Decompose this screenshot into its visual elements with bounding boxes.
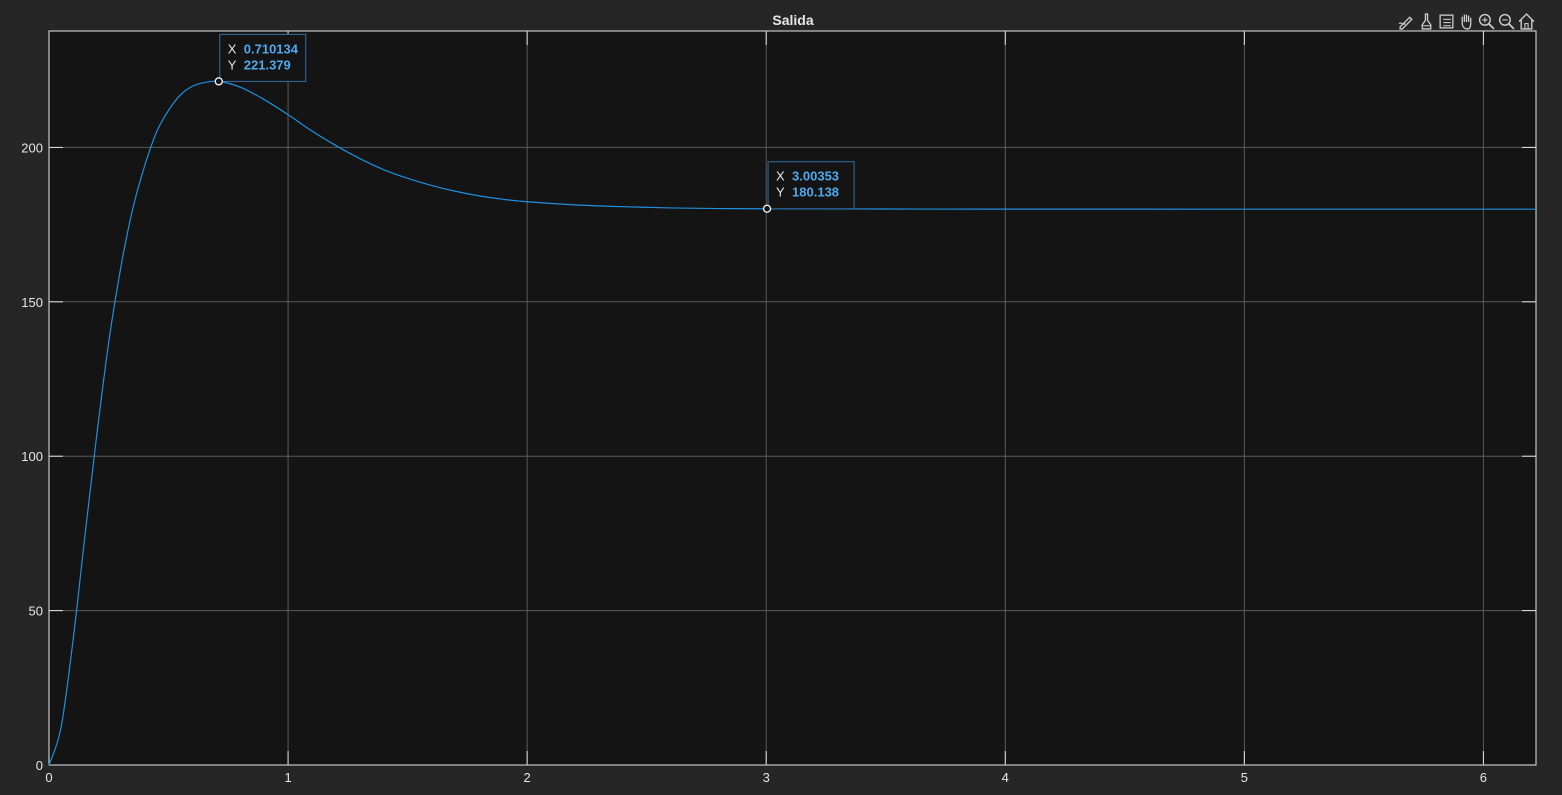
pan-icon: [1461, 13, 1471, 30]
datatip-x-label: X: [776, 169, 785, 184]
home-icon: [1518, 12, 1534, 30]
chart-title: Salida: [772, 12, 813, 28]
y-tick-label: 50: [29, 604, 43, 619]
x-tick-label: 0: [45, 770, 52, 785]
x-tick-label: 4: [1002, 770, 1009, 785]
datatip-x-label: X: [228, 41, 237, 56]
datatip-x-value: 0.710134: [244, 41, 299, 56]
zoom-out-icon: [1498, 13, 1515, 30]
y-tick-label: 150: [21, 295, 43, 310]
x-tick-label: 5: [1241, 770, 1248, 785]
legend-button[interactable]: [1436, 11, 1456, 31]
datatip-marker[interactable]: [762, 204, 772, 213]
y-tick-label: 200: [21, 140, 43, 155]
x-tick-label: 6: [1480, 770, 1487, 785]
axes-background: [48, 30, 1537, 766]
edit-figure-button[interactable]: [1396, 11, 1416, 31]
zoom-in-icon: [1478, 13, 1495, 30]
brush-icon: [1421, 12, 1431, 30]
edit-figure-icon: [1398, 15, 1413, 30]
plot-area[interactable]: 0 1 2 3 4 5 6 0 50 100 150 200 X 0.710134 Y 221.379 X 3.…: [0, 0, 1562, 795]
x-tick-label: 2: [524, 770, 531, 785]
datatip-x-value: 3.00353: [792, 169, 839, 184]
zoom-out-button[interactable]: [1496, 11, 1516, 31]
datatip-y-value: 180.138: [792, 185, 839, 200]
y-tick-label: 0: [36, 758, 43, 773]
brush-button[interactable]: [1416, 11, 1436, 31]
zoom-in-button[interactable]: [1476, 11, 1496, 31]
x-tick-label: 3: [763, 770, 770, 785]
datatip-y-label: Y: [228, 57, 237, 72]
home-button[interactable]: [1516, 11, 1536, 31]
y-tick-label: 100: [21, 449, 43, 464]
datatip[interactable]: X 0.710134 Y 221.379: [214, 33, 307, 86]
axes-toolbar: [1396, 11, 1536, 31]
x-tick-label: 1: [284, 770, 291, 785]
pan-button[interactable]: [1456, 11, 1476, 31]
datatip-marker[interactable]: [214, 77, 223, 86]
datatip-y-value: 221.379: [244, 57, 291, 72]
datatip[interactable]: X 3.00353 Y 180.138: [762, 161, 855, 213]
datatip-y-label: Y: [776, 185, 785, 200]
legend-icon: [1438, 13, 1454, 29]
